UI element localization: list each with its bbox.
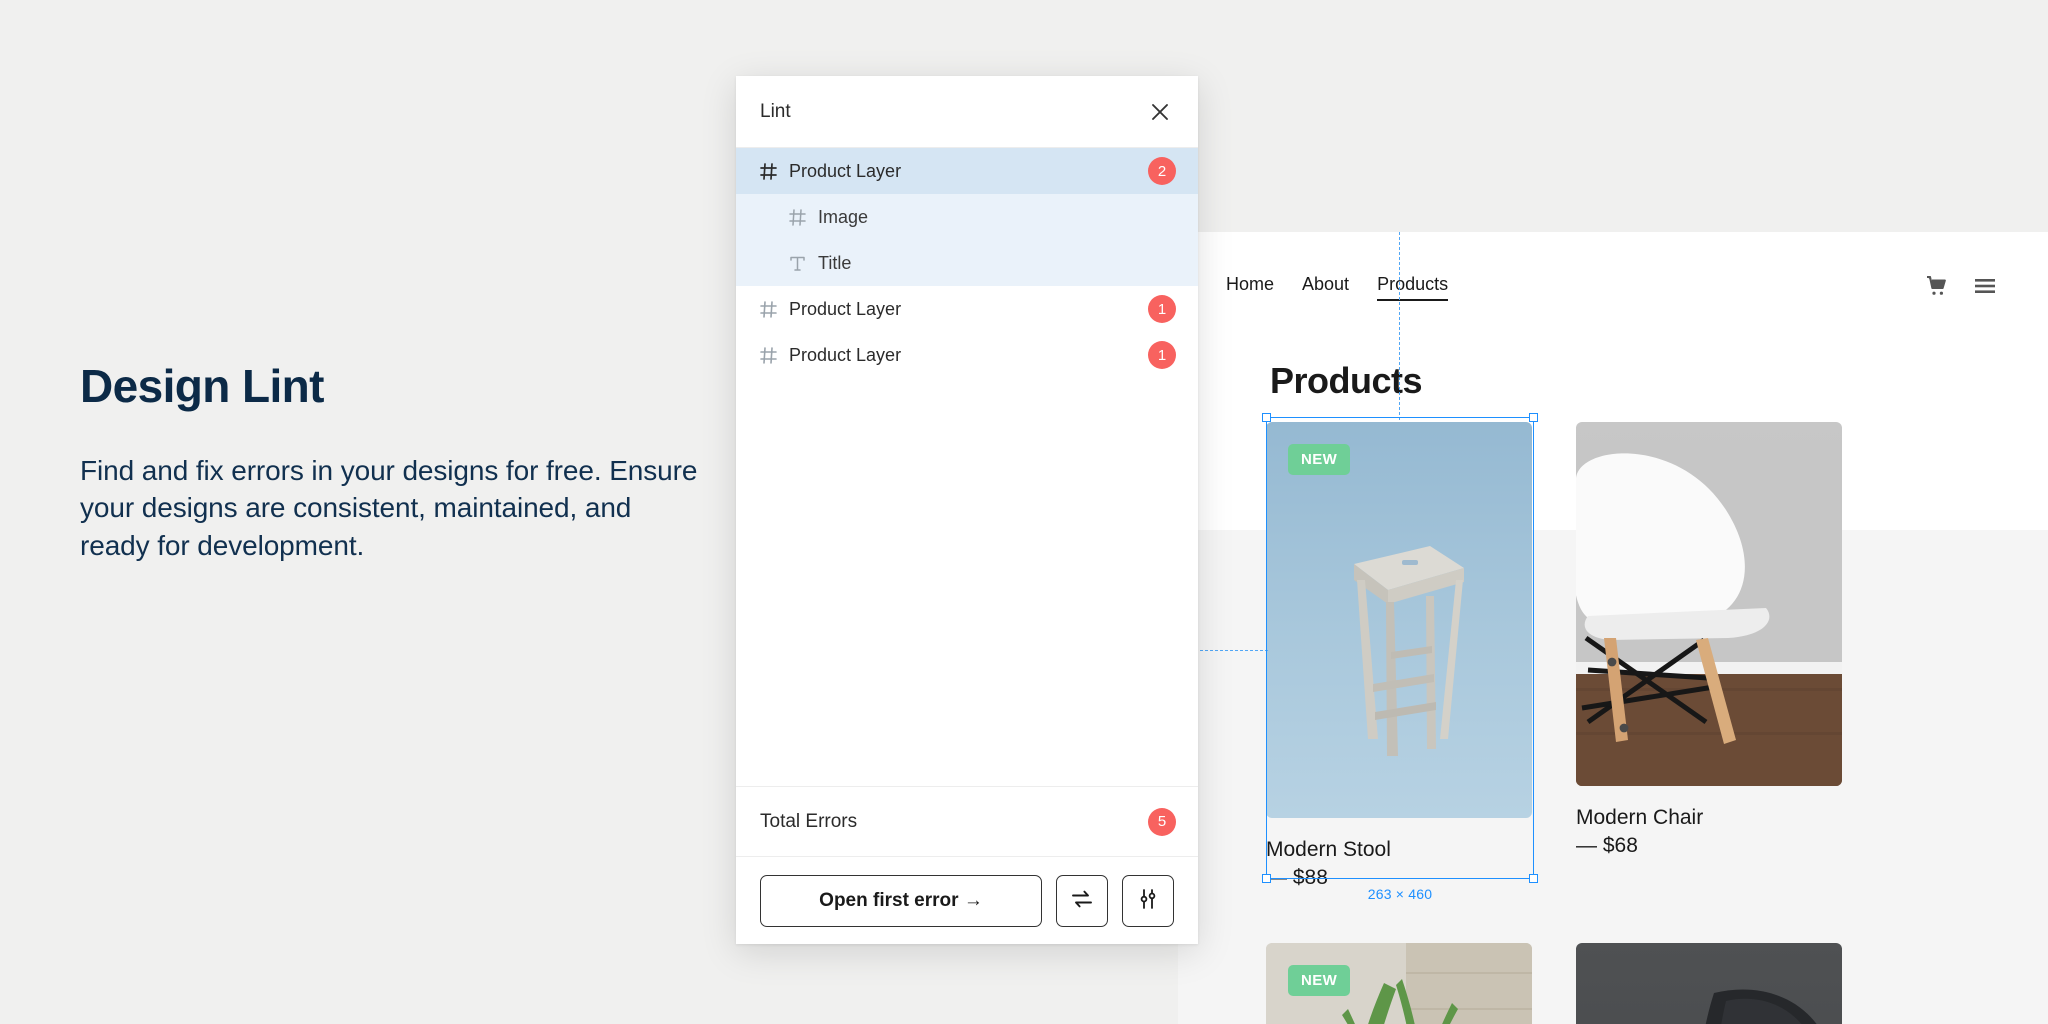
product-card[interactable]: Modern Chair — $68	[1576, 422, 1842, 891]
layer-row[interactable]: Product Layer 1	[736, 332, 1198, 378]
frame-hash-icon	[789, 208, 811, 226]
layer-name: Product Layer	[789, 298, 902, 319]
site-nav-links: Home About Products	[1226, 275, 1449, 301]
product-price: — $68	[1576, 833, 1638, 857]
total-errors-label: Total Errors	[760, 810, 858, 832]
badge-new: NEW	[1288, 444, 1351, 475]
marketing-copy: Design Lint Find and fix errors in your …	[80, 360, 700, 564]
product-title: Modern Stool	[1266, 838, 1391, 861]
layer-name: Product Layer	[789, 344, 902, 365]
product-meta: Modern Stool — $88	[1266, 818, 1532, 891]
alignment-guide-vertical	[1399, 232, 1400, 420]
product-photo-chair	[1576, 422, 1842, 786]
frame-hash-icon	[760, 300, 782, 318]
total-errors-badge: 5	[1148, 807, 1176, 836]
layer-error-badge: 2	[1148, 157, 1176, 185]
product-meta: Modern Chair — $68	[1576, 786, 1842, 859]
sliders-settings-icon	[1137, 888, 1159, 913]
refresh-button[interactable]	[1056, 874, 1108, 927]
product-photo-plant: NEW	[1266, 943, 1532, 1024]
close-icon[interactable]	[1144, 96, 1176, 128]
nav-link-about[interactable]: About	[1302, 275, 1349, 301]
product-card[interactable]: NEW Modern Stool — $88	[1266, 422, 1532, 891]
site-nav-actions	[1926, 275, 1996, 301]
layer-name: Title	[818, 252, 852, 273]
frame-hash-icon	[760, 346, 782, 364]
site-navbar: Home About Products	[1178, 264, 2048, 312]
layer-name: Image	[818, 206, 869, 227]
layer-row[interactable]: Product Layer 1	[736, 286, 1198, 332]
badge-new: NEW	[1288, 965, 1351, 997]
layer-error-badge: 1	[1148, 295, 1176, 323]
product-card[interactable]	[1576, 943, 1842, 1024]
refresh-swap-icon	[1070, 888, 1094, 913]
product-photo-dark-chair	[1576, 943, 1842, 1024]
layer-error-badge: 1	[1148, 341, 1176, 369]
settings-button[interactable]	[1122, 874, 1174, 927]
nav-link-home[interactable]: Home	[1226, 275, 1274, 301]
text-T-icon	[789, 255, 811, 272]
total-errors-row: Total Errors 5	[736, 786, 1198, 856]
product-card[interactable]: NEW	[1266, 943, 1532, 1024]
panel-header: Lint	[736, 76, 1198, 148]
lint-layer-list: Product Layer 2 Image Title Product Laye…	[736, 148, 1198, 786]
selection-dimensions-label: 263 × 460	[1367, 886, 1433, 902]
design-canvas: Home About Products Products NEW Modern …	[1178, 232, 2048, 1024]
shopping-cart-icon[interactable]	[1926, 275, 1948, 301]
frame-hash-icon	[760, 162, 782, 180]
open-first-error-button[interactable]: Open first error →	[760, 874, 1042, 927]
panel-title: Lint	[760, 100, 791, 122]
lint-plugin-panel: Lint Product Layer 2 Image Title Product…	[736, 76, 1198, 944]
alignment-guide-horizontal	[1200, 650, 1268, 651]
layer-row[interactable]: Title	[736, 240, 1198, 286]
product-grid: NEW Modern Stool — $88 Modern Chair — $6…	[1266, 422, 1842, 1024]
layer-row[interactable]: Image	[736, 194, 1198, 240]
product-title: Modern Chair	[1576, 806, 1704, 829]
layer-row[interactable]: Product Layer 2	[736, 148, 1198, 194]
layer-name: Product Layer	[789, 160, 902, 181]
hamburger-menu-icon[interactable]	[1974, 278, 1996, 299]
nav-link-products[interactable]: Products	[1377, 275, 1449, 301]
product-photo-stool: NEW	[1266, 422, 1532, 818]
screen-root: Design Lint Find and fix errors in your …	[0, 0, 2048, 1024]
panel-footer: Open first error →	[736, 856, 1198, 944]
page-title: Design Lint	[80, 360, 324, 412]
marketing-description: Find and fix errors in your designs for …	[80, 454, 698, 561]
